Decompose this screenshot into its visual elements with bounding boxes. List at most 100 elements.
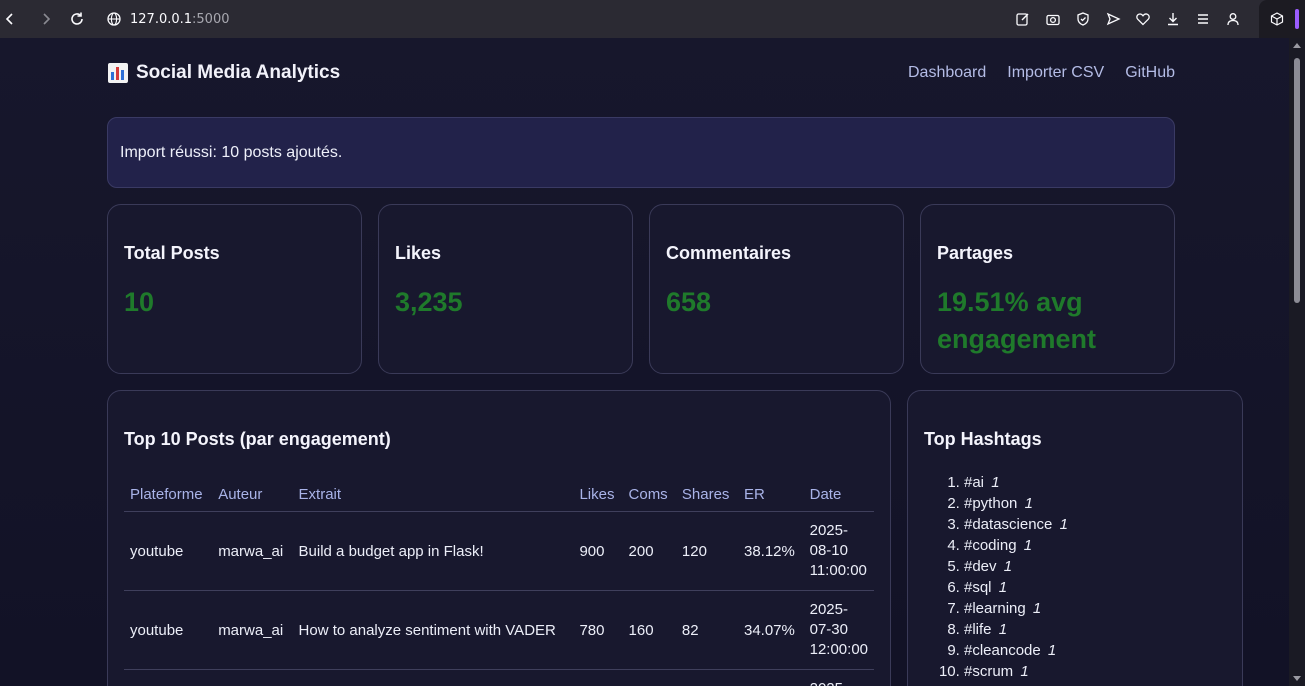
col-date: Date (803, 478, 874, 512)
hashtag-count: 1 (1032, 600, 1042, 617)
cube-icon[interactable] (1269, 11, 1285, 27)
stat-value: 19.51% avg engagement (937, 287, 1097, 354)
heart-icon[interactable] (1133, 9, 1153, 29)
camera-icon[interactable] (1043, 9, 1063, 29)
hashtag: #cleancode (964, 642, 1041, 659)
cell-likes: 900 (573, 511, 623, 591)
hashtag-count: 1 (1020, 663, 1029, 680)
list-item: #life 1 (964, 619, 1226, 640)
url-text: 127.0.0.1:5000 (130, 11, 230, 27)
stat-card-comments: Commentaires 658 (649, 204, 904, 374)
back-icon[interactable] (0, 9, 20, 29)
list-item: #datascience 1 (964, 514, 1226, 535)
menu-lines-icon[interactable] (1193, 9, 1213, 29)
stat-label: Partages (937, 243, 1014, 263)
hashtag-count: 1 (998, 579, 1008, 596)
table-header-row: Plateforme Auteur Extrait Likes Coms Sha… (124, 478, 874, 512)
stat-card-shares: Partages 19.51% avg engagement (920, 204, 1175, 374)
table-row: youtube marwa_ai How to analyze sentimen… (124, 590, 874, 670)
cell-er (737, 669, 804, 686)
cell-er: 34.07% (737, 590, 804, 670)
list-item: #python 1 (964, 493, 1226, 514)
list-item: #cleancode 1 (964, 640, 1226, 661)
list-item: #learning 1 (964, 598, 1226, 619)
hashtag: #coding (964, 537, 1017, 554)
hashtag-count: 1 (1047, 642, 1057, 659)
stat-value: 658 (666, 287, 712, 317)
nav-import-csv-link[interactable]: Importer CSV (1007, 64, 1104, 82)
browser-toolbar: 127.0.0.1:5000 (0, 0, 1305, 38)
cell-author (212, 669, 293, 686)
account-icon[interactable] (1223, 9, 1243, 29)
download-icon[interactable] (1163, 9, 1183, 29)
scrollbar-thumb[interactable] (1294, 58, 1300, 303)
stat-label: Commentaires (666, 243, 792, 263)
page-scrollbar[interactable] (1289, 38, 1305, 686)
app-header: Social Media Analytics Dashboard Importe… (108, 62, 1175, 84)
stat-label: Likes (395, 243, 442, 263)
hashtag: #life (964, 621, 992, 638)
col-platform: Plateforme (124, 478, 213, 512)
nav-dashboard-link[interactable]: Dashboard (908, 64, 986, 82)
cell-date: 2025-07-30 12:00:00 (803, 590, 874, 670)
cell-coms: 160 (622, 590, 676, 670)
col-likes: Likes (573, 478, 623, 512)
reload-icon[interactable] (67, 9, 87, 29)
col-author: Auteur (212, 478, 293, 512)
scroll-up-icon[interactable] (1293, 43, 1301, 48)
app-title: Social Media Analytics (136, 62, 341, 83)
cell-author: marwa_ai (212, 511, 293, 591)
hashtag: #scrum (964, 663, 1014, 680)
cell-coms: 200 (622, 511, 676, 591)
table-row: youtube marwa_ai Build a budget app in F… (124, 511, 874, 591)
page-viewport: Social Media Analytics Dashboard Importe… (0, 38, 1289, 686)
hashtag: #sql (964, 579, 992, 596)
send-icon[interactable] (1103, 9, 1123, 29)
shield-icon[interactable] (1073, 9, 1093, 29)
cell-platform (124, 669, 213, 686)
col-er: ER (737, 478, 804, 512)
list-item: #coding 1 (964, 535, 1226, 556)
cell-likes (573, 669, 623, 686)
cell-shares: 120 (675, 511, 738, 591)
sidebar-indicator (1295, 9, 1299, 29)
top-posts-card: Top 10 Posts (par engagement) Plateforme… (107, 390, 891, 686)
edit-icon[interactable] (1013, 9, 1033, 29)
extensions-area (1259, 0, 1305, 38)
hashtag: #datascience (964, 516, 1053, 533)
forward-icon[interactable] (36, 9, 56, 29)
cell-platform: youtube (124, 511, 213, 591)
hashtag-count: 1 (1023, 537, 1033, 554)
hashtag: #python (964, 495, 1018, 512)
col-coms: Coms (622, 478, 676, 512)
hashtag: #dev (964, 558, 997, 575)
scroll-down-icon[interactable] (1293, 676, 1301, 681)
table-row: 2025- (124, 669, 874, 686)
cell-author: marwa_ai (212, 590, 293, 670)
top-hashtags-title: Top Hashtags (924, 429, 1042, 449)
stat-card-total-posts: Total Posts 10 (107, 204, 362, 374)
hashtag: #ai (964, 474, 985, 491)
cell-shares (675, 669, 738, 686)
top-hashtags-card: Top Hashtags #ai 1 #python 1 #datascienc… (907, 390, 1243, 686)
cell-shares: 82 (675, 590, 738, 670)
cell-date: 2025-08-10 11:00:00 (803, 511, 874, 591)
top-nav: Dashboard Importer CSV GitHub (908, 64, 1175, 82)
stat-value: 10 (124, 287, 155, 317)
hashtag-count: 1 (991, 474, 1000, 491)
cell-excerpt: How to analyze sentiment with VADER (292, 590, 574, 670)
hashtag: #learning (964, 600, 1026, 617)
nav-github-link[interactable]: GitHub (1125, 64, 1175, 82)
cell-likes: 780 (573, 590, 623, 670)
globe-icon (106, 11, 122, 27)
cell-excerpt (292, 669, 574, 686)
stat-card-likes: Likes 3,235 (378, 204, 633, 374)
hashtag-count: 1 (998, 621, 1008, 638)
col-excerpt: Extrait (292, 478, 574, 512)
hashtag-count: 1 (1003, 558, 1013, 575)
list-item: #sql 1 (964, 577, 1226, 598)
list-item: #ai 1 (964, 472, 1226, 493)
hashtag-count: 1 (1059, 516, 1068, 533)
success-alert: Import réussi: 10 posts ajoutés. (107, 117, 1175, 188)
brand[interactable]: Social Media Analytics (108, 62, 340, 84)
